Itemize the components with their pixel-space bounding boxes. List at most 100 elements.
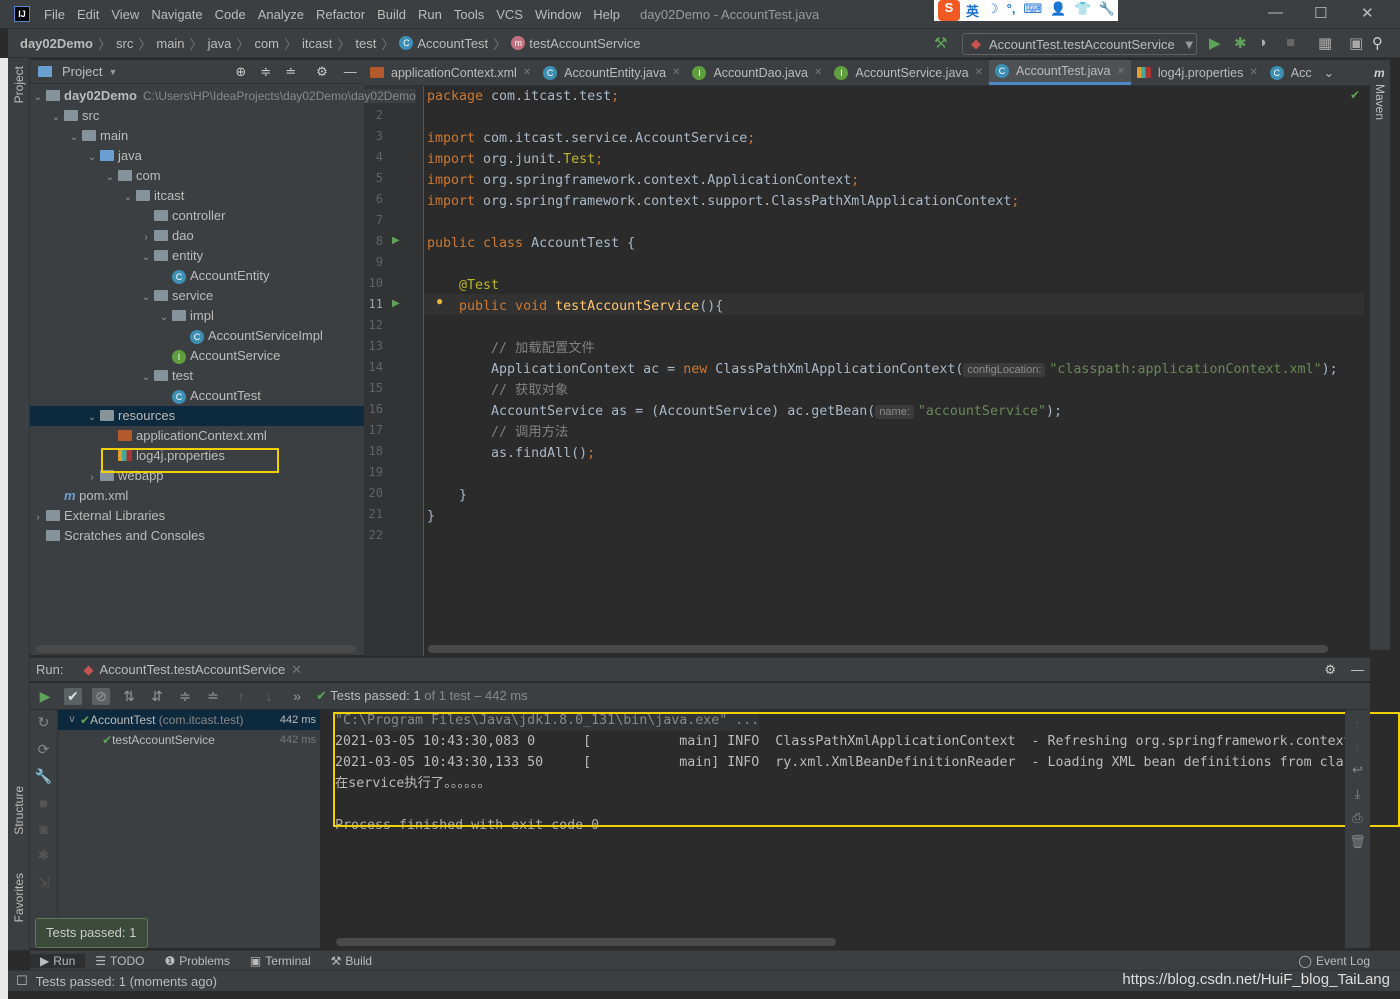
chevron-down-icon[interactable]: ⌄ — [138, 248, 154, 268]
close-tab-icon[interactable]: ✕ — [814, 67, 822, 78]
history-icon[interactable]: ↻ — [38, 714, 50, 731]
run-config-select[interactable]: ◆ AccountTest.testAccountService ▼ — [962, 33, 1197, 55]
chevron-down-icon[interactable]: ▼ — [108, 67, 117, 77]
soft-wrap-icon[interactable]: ↩ — [1352, 762, 1363, 778]
favorites-tool-button[interactable]: Favorites — [12, 873, 26, 922]
menu-tools[interactable]: Tools — [448, 7, 490, 22]
close-tab-icon[interactable]: ✕ — [1249, 67, 1257, 78]
intention-bulb-icon[interactable]: ● — [436, 294, 443, 308]
event-log-button[interactable]: ◯ Event Log — [1289, 954, 1380, 968]
tool-todo[interactable]: ☰ TODO — [85, 954, 154, 968]
breadcrumb-item[interactable]: test — [355, 36, 376, 51]
tool-terminal[interactable]: ▣ Terminal — [240, 954, 321, 968]
menu-view[interactable]: View — [105, 7, 145, 22]
tree-item[interactable]: › External Libraries — [30, 506, 364, 526]
project-structure-button[interactable]: ▦ — [1318, 34, 1332, 52]
menu-file[interactable]: File — [38, 7, 71, 22]
chevron-down-icon[interactable]: ⌄ — [84, 408, 100, 428]
camera-icon[interactable]: ◙ — [39, 821, 47, 837]
prev-failed-button[interactable]: ↑ — [232, 688, 250, 704]
ime-item[interactable]: ☽ — [987, 1, 999, 20]
hide-icon[interactable]: — — [344, 64, 357, 79]
menu-analyze[interactable]: Analyze — [252, 7, 310, 22]
close-tab-icon[interactable]: ✕ — [672, 67, 680, 78]
test-method-row[interactable]: ✔ testAccountService 442 ms — [58, 730, 320, 750]
tab-accountservice-java[interactable]: I AccountService.java ✕ — [828, 60, 989, 85]
run-tab[interactable]: AccountTest.testAccountService — [99, 662, 285, 677]
chevron-down-icon[interactable]: ⌄ — [66, 128, 82, 148]
expand-all-icon[interactable]: ≑ — [176, 688, 194, 705]
menu-run[interactable]: Run — [412, 7, 448, 22]
stop-button[interactable]: ■ — [1286, 34, 1295, 51]
tree-item[interactable]: C AccountServiceImpl — [30, 326, 364, 346]
chevron-down-icon[interactable]: ⌄ — [48, 108, 64, 128]
tree-item[interactable]: ⌄ resources — [30, 406, 364, 426]
hide-icon[interactable]: — — [1351, 662, 1364, 677]
chevron-down-icon[interactable]: ⌄ — [138, 288, 154, 308]
menu-navigate[interactable]: Navigate — [145, 7, 208, 22]
tree-item[interactable]: I AccountService — [30, 346, 364, 366]
toggle-auto-test-icon[interactable]: ⟳ — [38, 741, 50, 758]
tree-item[interactable]: › dao — [30, 226, 364, 246]
tree-item[interactable]: m pom.xml — [30, 486, 364, 506]
project-view-select[interactable]: Project — [62, 64, 102, 79]
menu-window[interactable]: Window — [529, 7, 587, 22]
expand-all-icon[interactable]: ≑ — [260, 64, 271, 80]
minimize-button[interactable]: — — [1268, 4, 1283, 21]
tree-item[interactable]: ⌄ entity — [30, 246, 364, 266]
run-gutter-icon[interactable]: ▶ — [392, 298, 400, 309]
breadcrumb-item[interactable]: testAccountService — [529, 36, 640, 51]
ime-item[interactable]: 英 — [966, 1, 979, 20]
tree-item[interactable]: ⌄ com — [30, 166, 364, 186]
sort-duration-button[interactable]: ⇵ — [148, 688, 166, 705]
debug-button[interactable]: ✱ — [1234, 34, 1247, 52]
close-button[interactable]: ✕ — [1361, 4, 1374, 22]
maximize-button[interactable]: ☐ — [1314, 4, 1327, 22]
tree-item[interactable]: Scratches and Consoles — [30, 526, 364, 546]
trash-icon[interactable]: 🗑 — [1349, 834, 1366, 850]
chevron-down-icon[interactable]: ⌄ — [156, 308, 172, 328]
tool-problems[interactable]: ❶ Problems — [154, 954, 239, 968]
tab-accounttest-java[interactable]: C AccountTest.java ✕ — [989, 60, 1131, 85]
tabs-overflow-icon[interactable]: ⌄ — [1318, 60, 1340, 85]
tree-item[interactable]: C AccountTest — [30, 386, 364, 406]
console-horizontal-scrollbar[interactable] — [336, 938, 836, 946]
window-button[interactable]: ▣ — [1349, 34, 1363, 52]
tree-item[interactable]: ⌄ impl — [30, 306, 364, 326]
test-class-row[interactable]: v ✔ AccountTest (com.itcast.test) 442 ms — [58, 710, 320, 730]
close-tab-icon[interactable]: ✕ — [523, 67, 531, 78]
tab-applicationcontext-xml[interactable]: applicationContext.xml ✕ — [364, 60, 537, 85]
tree-item[interactable]: C AccountEntity — [30, 266, 364, 286]
run-button[interactable]: ▶ — [1209, 34, 1221, 52]
sort-alpha-button[interactable]: ⇅ — [120, 688, 138, 705]
tree-item[interactable]: ⌄ java — [30, 146, 364, 166]
chevron-right-icon[interactable]: › — [30, 508, 46, 528]
show-ignored-toggle[interactable]: ⊘ — [92, 687, 110, 705]
breadcrumb-item[interactable]: itcast — [302, 36, 332, 51]
menu-code[interactable]: Code — [209, 7, 252, 22]
collapse-all-icon[interactable]: ≐ — [204, 688, 222, 705]
close-tab-icon[interactable]: ✕ — [975, 67, 983, 78]
menu-refactor[interactable]: Refactor — [310, 7, 371, 22]
tab-accountdao-java[interactable]: I AccountDao.java ✕ — [686, 60, 828, 85]
ime-item[interactable]: ⌨ — [1023, 1, 1042, 20]
ime-item[interactable]: °, — [1007, 1, 1016, 20]
breadcrumb-item[interactable]: java — [208, 36, 232, 51]
code-editor[interactable]: package com.itcast.test; import com.itcas… — [427, 86, 1367, 646]
gear-icon[interactable]: ⚙ — [316, 64, 328, 80]
ime-toolbar[interactable]: S 英 ☽ °, ⌨ 👤 👕 🔧 — [934, 0, 1118, 21]
print-icon[interactable]: ⎙ — [1352, 810, 1362, 826]
breadcrumb-item[interactable]: AccountTest — [417, 36, 488, 51]
collapse-all-icon[interactable]: ≐ — [285, 64, 296, 80]
chevron-down-icon[interactable]: ⌄ — [30, 88, 46, 108]
locate-icon[interactable]: ⊕ — [235, 64, 246, 80]
chevron-right-icon[interactable]: › — [84, 468, 100, 488]
tab-log4j-properties[interactable]: log4j.properties ✕ — [1131, 60, 1264, 85]
ime-item[interactable]: 👤 — [1050, 1, 1066, 20]
close-tab-icon[interactable]: ✕ — [1117, 66, 1125, 77]
tree-item[interactable]: controller — [30, 206, 364, 226]
tree-item[interactable]: ⌄ test — [30, 366, 364, 386]
structure-tool-button[interactable]: Structure — [12, 786, 26, 835]
menu-edit[interactable]: Edit — [71, 7, 105, 22]
tree-item[interactable]: ⌄ main — [30, 126, 364, 146]
